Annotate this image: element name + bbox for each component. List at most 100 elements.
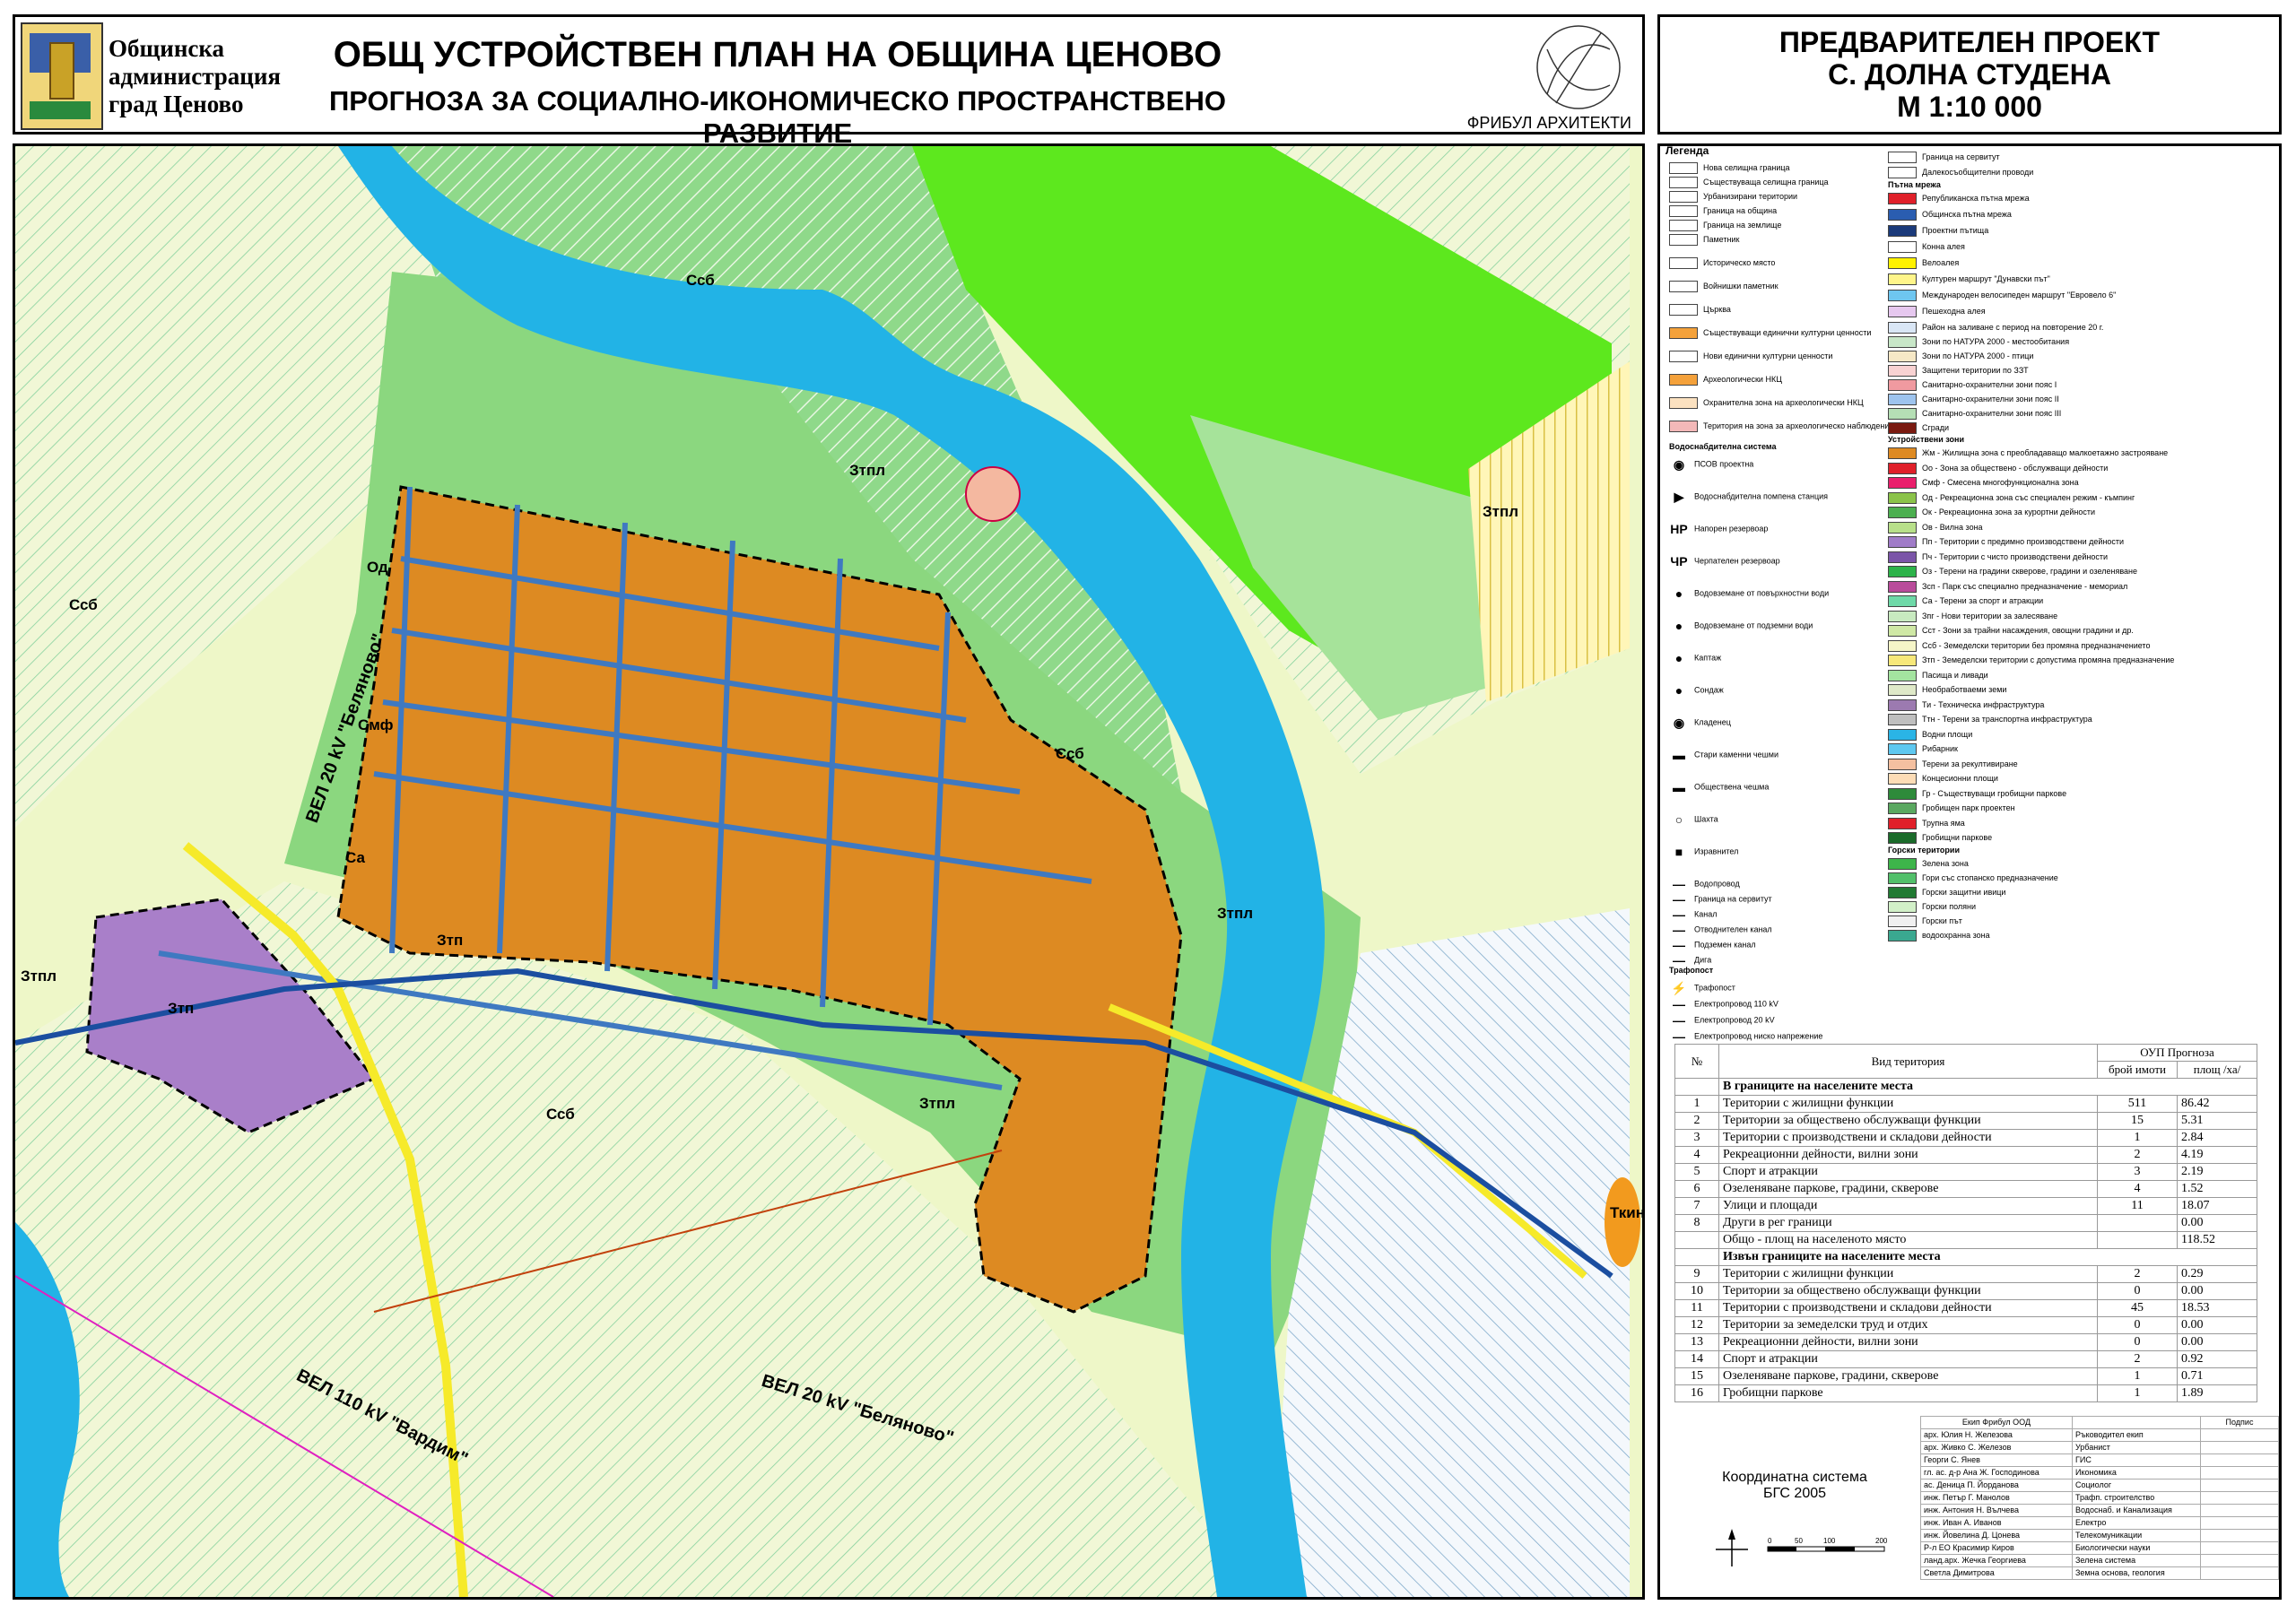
team-role: Социолог	[2071, 1479, 2202, 1492]
team-role: Ръководител екип	[2071, 1428, 2202, 1442]
legend-swatch	[1888, 758, 1917, 770]
cell-type: Територии за обществено обслужващи функц…	[1718, 1282, 2098, 1300]
team-row: гл. ас. д-р Ана Ж. Господинова Икономика	[1920, 1466, 2279, 1480]
legend-item: Пч - Територии с чисто производствени де…	[1888, 550, 2108, 564]
legend-swatch	[1669, 205, 1698, 218]
team-name: Георги С. Янев	[1920, 1453, 2073, 1467]
cell-n	[1674, 1231, 1719, 1249]
legend-swatch	[1669, 421, 1698, 433]
legend-swatch	[1669, 191, 1698, 204]
north-arrow-icon	[1716, 1529, 1748, 1566]
col-area: площ /ха/	[2177, 1061, 2257, 1079]
project-block: ПРЕДВАРИТЕЛЕН ПРОЕКТ С. ДОЛНА СТУДЕНА М …	[1657, 14, 2282, 134]
table-row: 12 Територии за земеделски труд и отдих 0 0…	[1674, 1316, 2257, 1334]
cell-n: 12	[1674, 1316, 1719, 1334]
legend-item: Пешеходна алея	[1888, 304, 1986, 318]
map-frame[interactable]: Ссб Ссб Ссб Ссб Зтпл Зтпл Зтпл Зтпл Зтпл…	[13, 143, 1645, 1600]
legend-swatch	[1669, 220, 1698, 232]
legend-label: Съществуващи единични културни ценности	[1703, 328, 1872, 337]
map-canvas[interactable]	[15, 146, 1642, 1597]
legend-swatch	[1888, 462, 1917, 474]
legend-label: Ов - Вилна зона	[1922, 522, 1983, 532]
team-row: Р-л ЕО Красимир Киров Биологически науки	[1920, 1541, 2279, 1555]
legend-item: Ссб - Земеделски територии без промяна п…	[1888, 638, 2150, 653]
map-label-ztpl-4: Зтпл	[919, 1095, 956, 1112]
team-signature	[2200, 1428, 2279, 1442]
legend-item: Нова селищна граница	[1669, 161, 1790, 175]
cell-type: Озеленяване паркове, градини, скверове	[1718, 1367, 2098, 1385]
legend-item: ■ Изравнител	[1669, 842, 1739, 859]
statistics-body: В границите на населените места 1 Територи…	[1674, 1078, 2257, 1402]
col-type: Вид територия	[1718, 1044, 2098, 1079]
legend-item: Войнишки паметник	[1669, 279, 1779, 293]
legend-section-header: Трафопост	[1669, 966, 1714, 975]
legend-label: Кладенец	[1694, 717, 1731, 727]
legend-label: Територия на зона за археологическо набл…	[1703, 421, 1894, 430]
legend-item: Зелена зона	[1888, 856, 1969, 871]
cell-props: 4	[2097, 1180, 2178, 1198]
cell-type: Територии с жилищни функции	[1718, 1265, 2098, 1283]
cell-area: 18.07	[2177, 1197, 2257, 1215]
legend-item: Сгради	[1888, 421, 1949, 435]
team-role: Биологически науки	[2071, 1541, 2202, 1555]
legend-item: Църква	[1669, 302, 1731, 317]
legend-swatch	[1669, 374, 1698, 386]
legend-item: Жм - Жилищна зона с преобладаващо малкое…	[1888, 446, 2168, 460]
legend-item: Граница на сервитут	[1888, 150, 2000, 164]
team-name: Р-л ЕО Красимир Киров	[1920, 1541, 2073, 1555]
map-label-smf: Смф	[358, 716, 394, 733]
cell-type: Територии с жилищни функции	[1718, 1095, 2098, 1113]
legend-label: Войнишки паметник	[1703, 282, 1779, 291]
legend-item: Археологически НКЦ	[1669, 372, 1782, 386]
cell-type: Спорт и атракции	[1718, 1350, 2098, 1368]
cell-area: 0.71	[2177, 1367, 2257, 1385]
team-name: гл. ас. д-р Ана Ж. Господинова	[1920, 1466, 2073, 1480]
legend-item: Оо - Зона за обществено - обслужващи дей…	[1888, 461, 2108, 475]
legend-item: Трупна яма	[1888, 816, 1965, 830]
legend-item: НР Напорен резервоар	[1669, 519, 1768, 536]
cell-props: 45	[2097, 1299, 2178, 1317]
legend-swatch	[1888, 625, 1917, 638]
legend-swatch	[1888, 714, 1917, 726]
legend-swatch	[1888, 817, 1917, 829]
team-name: арх. Живко С. Железов	[1920, 1441, 2073, 1454]
legend-item: Зпг - Нови територии за залесяване	[1888, 609, 2057, 623]
legend-symbol-icon: ●	[1674, 651, 1683, 665]
legend-item: Гр - Съществуващи гробищни паркове	[1888, 786, 2066, 801]
table-row: 14 Спорт и атракции 2 0.92	[1674, 1350, 2257, 1368]
legend-item: Зтп - Земеделски територии с допустима п…	[1888, 653, 2174, 667]
team-signature	[2200, 1566, 2279, 1580]
legend-swatch	[1669, 281, 1698, 293]
legend-item: Концесионни площи	[1888, 771, 1998, 785]
project-village: С. ДОЛНА СТУДЕНА	[1828, 58, 2111, 91]
legend-swatch	[1888, 669, 1917, 681]
legend-item: Съществуваща селищна граница	[1669, 175, 1829, 189]
legend-label: Съществуваща селищна граница	[1703, 178, 1829, 187]
legend-item: Съществуващи единични културни ценности	[1669, 325, 1871, 340]
cell-type: Територии за обществено обслужващи функц…	[1718, 1112, 2098, 1130]
cell-props: 511	[2097, 1095, 2178, 1113]
team-name: инж. Йовелина Д. Цонева	[1920, 1529, 2073, 1542]
legend-item: Санитарно-охранителни зони пояс I	[1888, 377, 2057, 392]
legend-swatch	[1888, 336, 1917, 349]
legend-symbol-icon: ◉	[1673, 716, 1685, 730]
team-name: инж. Иван А. Иванов	[1920, 1516, 2073, 1530]
legend-label: Зтп - Земеделски територии с допустима п…	[1922, 655, 2175, 664]
legend-symbol-icon: ■	[1674, 845, 1683, 859]
legend-label: Културен маршрут "Дунавски път"	[1922, 274, 2050, 283]
legend-item: — Отводнителен канал	[1669, 920, 1772, 937]
legend-label: Водоснабдителна помпена станция	[1694, 491, 1829, 501]
legend-label: Терени за рекултивиране	[1922, 759, 2018, 768]
cell-area: 5.31	[2177, 1112, 2257, 1130]
legend-item: Ов - Вилна зона	[1888, 520, 1983, 534]
legend-label: Нова селищна граница	[1703, 163, 1790, 172]
legend-item: Горски поляни	[1888, 899, 1976, 914]
legend-swatch	[1888, 886, 1917, 898]
table-row: 15 Озеленяване паркове, градини, скверове…	[1674, 1367, 2257, 1385]
team-signature	[2200, 1529, 2279, 1542]
team-signature	[2200, 1516, 2279, 1530]
sign-header: Подпис	[2200, 1416, 2279, 1429]
legend-label: Трупна яма	[1922, 818, 1965, 828]
legend-swatch	[1888, 257, 1917, 270]
legend-section-header: Устройствени зони	[1888, 435, 1964, 444]
